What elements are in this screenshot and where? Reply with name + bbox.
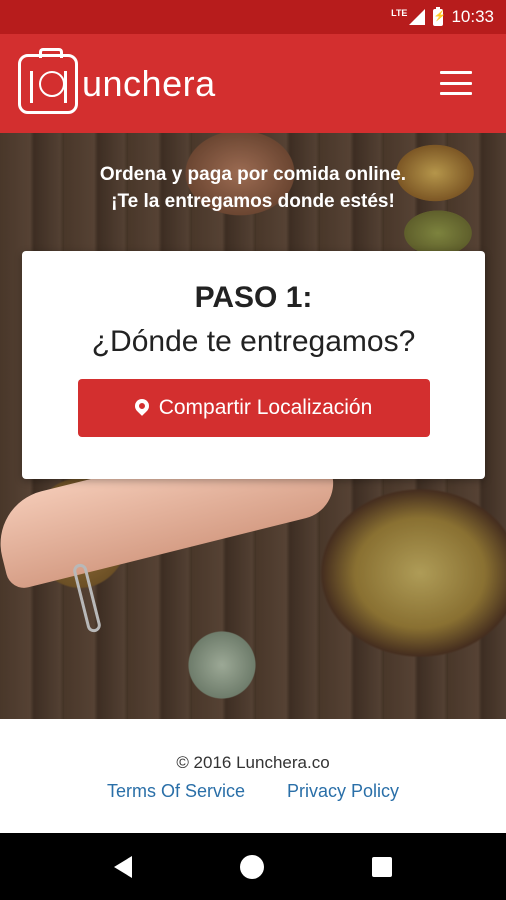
clock: 10:33 [451,7,494,26]
step-title: PASO 1: [194,281,313,314]
delivery-location-card: PASO 1: ¿Dónde te entregamos? Compartir … [22,251,485,479]
app-bar: unchera [0,34,506,133]
menu-line [440,81,472,85]
footer-links: Terms Of Service Privacy Policy [0,781,506,802]
footer: © 2016 Lunchera.co Terms Of Service Priv… [0,719,506,833]
signal-icon [409,9,426,25]
back-icon[interactable] [114,855,132,878]
delivery-question: ¿Dónde te entregamos? [91,325,416,358]
knife-icon [64,70,67,103]
share-location-button[interactable]: Compartir Localización [77,379,430,437]
plate-icon [39,70,65,97]
hamburger-menu-icon[interactable] [440,71,472,95]
recent-apps-icon[interactable] [372,856,392,877]
home-icon[interactable] [240,854,264,879]
brand-name[interactable]: unchera [82,63,216,105]
lunchera-logo-icon[interactable] [18,47,78,114]
hero-background-image: Ordena y paga por comida online. ¡Te la … [0,133,506,719]
menu-line [440,71,472,74]
network-type: LTE [391,8,408,18]
status-bar: LTE 10:33 [0,0,506,34]
battery-icon [433,6,446,26]
menu-line [440,92,472,95]
copyright-text: © 2016 Lunchera.co [176,753,330,772]
privacy-policy-link[interactable]: Privacy Policy [287,781,399,802]
share-location-label: Compartir Localización [158,396,373,419]
tagline-line-1: Ordena y paga por comida online. [99,164,407,185]
location-pin-icon [131,396,152,416]
hero-tagline: Ordena y paga por comida online. ¡Te la … [0,161,506,215]
android-navigation-bar [0,833,506,900]
fork-icon [30,70,33,103]
hero-bracelet-decoration [71,562,103,634]
terms-of-service-link[interactable]: Terms Of Service [107,781,245,802]
tagline-line-2: ¡Te la entregamos donde estés! [111,191,395,212]
